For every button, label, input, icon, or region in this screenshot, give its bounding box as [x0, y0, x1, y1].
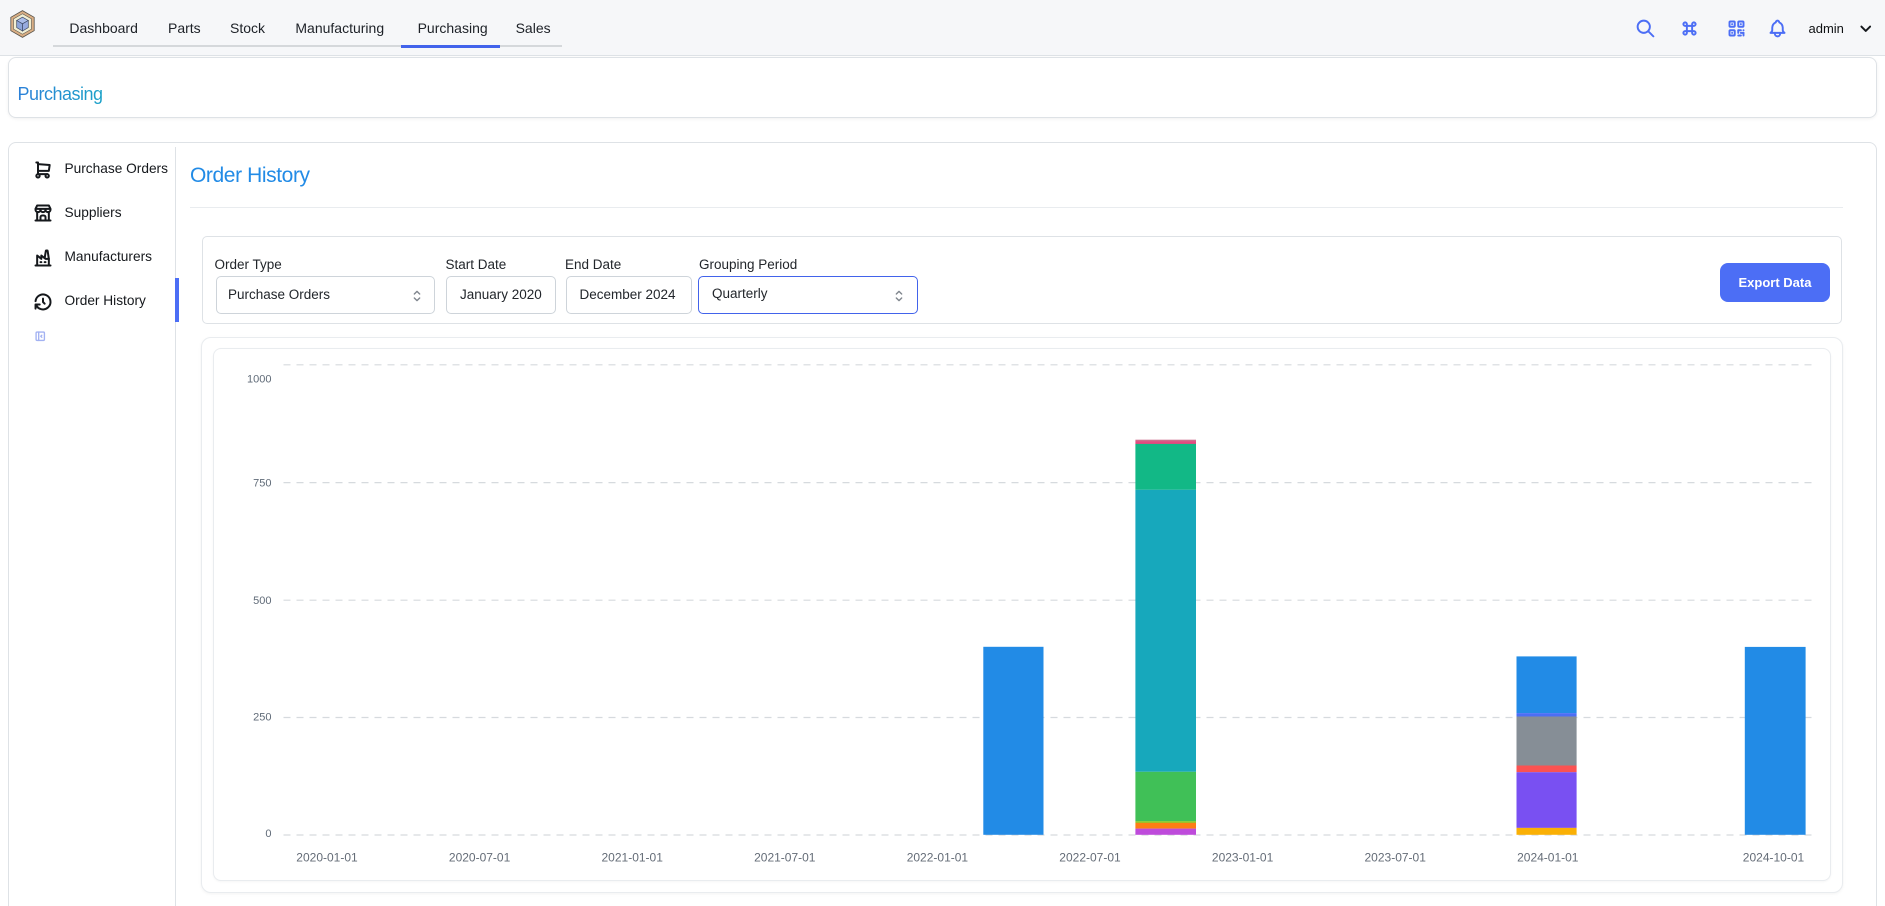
svg-text:750: 750 [253, 478, 271, 490]
svg-text:250: 250 [253, 712, 271, 724]
svg-text:2022-07-01: 2022-07-01 [1059, 851, 1121, 865]
svg-text:2021-07-01: 2021-07-01 [754, 851, 816, 865]
svg-text:500: 500 [253, 595, 271, 607]
svg-text:2024-01-01: 2024-01-01 [1517, 851, 1579, 865]
svg-text:0: 0 [265, 828, 271, 840]
svg-text:2023-07-01: 2023-07-01 [1365, 851, 1427, 865]
svg-text:1000: 1000 [247, 374, 271, 386]
svg-text:2024-10-01: 2024-10-01 [1743, 851, 1805, 865]
svg-text:2022-01-01: 2022-01-01 [907, 851, 969, 865]
svg-text:2023-01-01: 2023-01-01 [1212, 851, 1274, 865]
svg-text:2021-01-01: 2021-01-01 [602, 851, 664, 865]
svg-text:2020-07-01: 2020-07-01 [449, 851, 511, 865]
svg-text:2020-01-01: 2020-01-01 [296, 851, 358, 865]
